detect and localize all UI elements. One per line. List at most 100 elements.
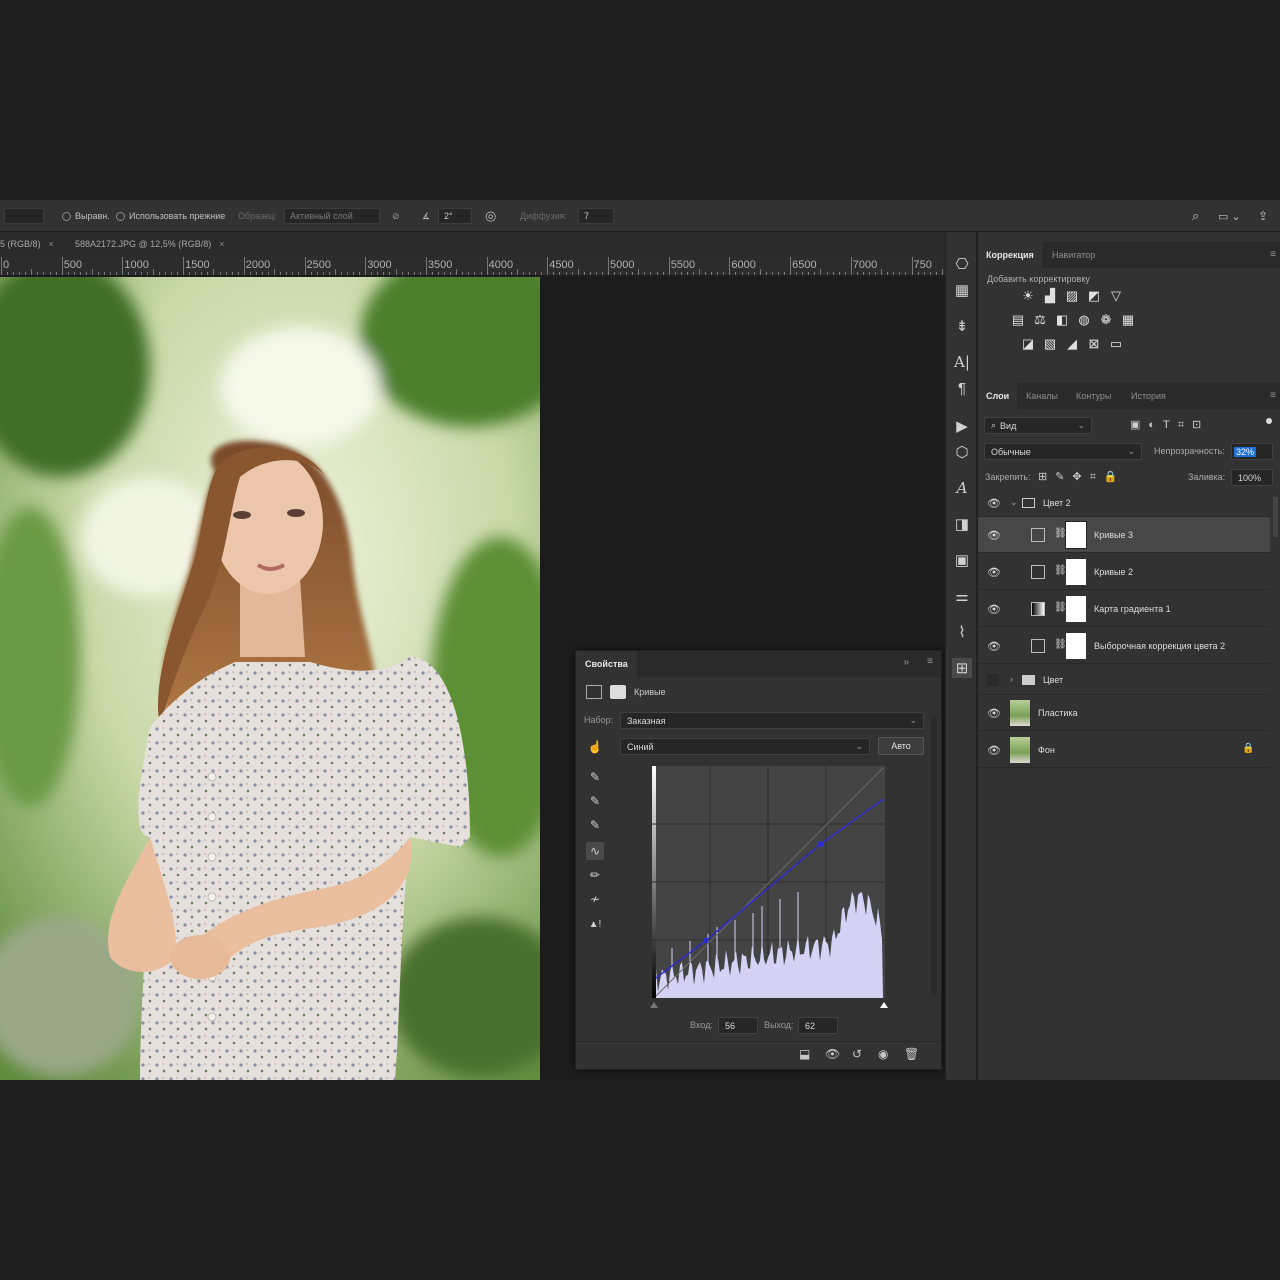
angle-input[interactable]: 2° xyxy=(438,200,472,232)
channel-select[interactable]: Синий ⌄ xyxy=(620,738,870,755)
blend-mode-select[interactable]: Обычные ⌄ xyxy=(984,443,1142,460)
selective-color-icon[interactable]: ⊠ xyxy=(1085,335,1103,353)
layer-curves2[interactable]: 👁 ⛓ Кривые 2 xyxy=(978,554,1270,590)
panel-menu-icon[interactable]: ≡ xyxy=(1270,249,1276,260)
white-point-slider[interactable] xyxy=(880,1002,888,1008)
glyphs-icon[interactable]: A xyxy=(952,478,972,498)
clone-source-icon[interactable]: ⇟ xyxy=(952,316,972,336)
link-icon[interactable]: ⛓ xyxy=(1054,528,1067,539)
link-icon[interactable]: ⛓ xyxy=(1054,602,1067,613)
layer-comps-icon[interactable]: ⊞ xyxy=(952,658,972,678)
eye-icon[interactable]: 👁 xyxy=(987,591,1001,627)
reset-icon[interactable]: ↺ xyxy=(852,1047,862,1061)
tool-preset-picker[interactable] xyxy=(4,200,44,232)
curves-icon[interactable] xyxy=(586,685,602,699)
layer-filter-icons[interactable]: ▣◐T⌗⊡ xyxy=(1130,418,1209,432)
panel-menu-icon[interactable]: ≡ xyxy=(927,656,933,667)
white-eyedropper-icon[interactable]: ✎ xyxy=(586,816,604,834)
adjustments-icon[interactable]: ⚌ xyxy=(952,586,972,606)
opacity-field[interactable]: 32% xyxy=(1231,443,1273,460)
eye-icon[interactable]: 👁 xyxy=(987,489,1001,517)
preset-select[interactable]: Заказная ⌄ xyxy=(620,712,924,729)
gray-eyedropper-icon[interactable]: ✎ xyxy=(586,792,604,810)
swatch-icon[interactable]: ◨ xyxy=(952,514,972,534)
tab-channels[interactable]: Каналы xyxy=(1018,383,1066,409)
ignore-adjustment-icon[interactable]: ⊘ xyxy=(392,200,400,232)
photo-filter-icon[interactable]: ◍ xyxy=(1075,311,1093,329)
workspace-icon[interactable]: ▭ ⌄ xyxy=(1218,200,1241,232)
smooth-icon[interactable]: ≁ xyxy=(586,890,604,908)
view-previous-icon[interactable]: 👁 xyxy=(825,1047,840,1061)
trash-icon[interactable]: 🗑 xyxy=(904,1047,919,1061)
layer-background[interactable]: 👁 Фон 🔒 xyxy=(978,732,1270,768)
fill-field[interactable]: 100% xyxy=(1231,469,1273,486)
black-point-slider[interactable] xyxy=(650,1002,658,1008)
align-checkbox[interactable]: Выравн. xyxy=(62,200,110,232)
sample-select[interactable]: Активный слой xyxy=(284,200,380,232)
bw-icon[interactable]: ◧ xyxy=(1053,311,1071,329)
collapse-icon[interactable]: » xyxy=(903,657,909,668)
input-field[interactable]: 56 xyxy=(718,1017,758,1034)
clip-to-layer-icon[interactable]: ⬓ xyxy=(799,1047,810,1061)
doc-tab-1[interactable]: 5 (RGB/8) × xyxy=(0,232,54,256)
tab-history[interactable]: История xyxy=(1123,383,1174,409)
photo-canvas[interactable] xyxy=(0,277,540,1080)
layer-group-color[interactable]: › Цвет xyxy=(978,665,1270,695)
curves-icon[interactable]: ▨ xyxy=(1063,287,1081,305)
clipping-warning-icon[interactable]: ▲! xyxy=(586,915,604,933)
grid-icon[interactable]: ▦ xyxy=(952,280,972,300)
share-icon[interactable]: ⇪ xyxy=(1258,200,1268,232)
posterize-icon[interactable]: ▧ xyxy=(1041,335,1059,353)
eye-icon[interactable]: 👁 xyxy=(987,554,1001,590)
gradient-map-icon[interactable]: ▭ xyxy=(1107,335,1125,353)
paragraph-icon[interactable]: ¶ xyxy=(952,378,972,398)
chevron-right-icon[interactable]: › xyxy=(1010,674,1013,684)
character-icon[interactable]: A| xyxy=(952,352,972,372)
auto-button[interactable]: Авто xyxy=(878,737,924,755)
link-icon[interactable]: ⛓ xyxy=(1054,565,1067,576)
invert-icon[interactable]: ◪ xyxy=(1019,335,1037,353)
layer-gradient-map[interactable]: 👁 ⛓ Карта градиента 1 xyxy=(978,591,1270,627)
levels-icon[interactable]: ▟ xyxy=(1041,287,1059,305)
layer-liquify[interactable]: 👁 Пластика xyxy=(978,695,1270,731)
threshold-icon[interactable]: ◢ xyxy=(1063,335,1081,353)
play-icon[interactable]: ▶ xyxy=(952,416,972,436)
layer-group-color2[interactable]: 👁 ⌄ Цвет 2 xyxy=(978,489,1270,517)
tab-navigator[interactable]: Навигатор xyxy=(1044,242,1103,268)
curves-graph[interactable] xyxy=(650,766,888,1008)
eye-icon[interactable]: 👁 xyxy=(987,628,1001,664)
eye-icon[interactable]: 👁 xyxy=(987,732,1001,768)
layer-mask-thumbnail[interactable] xyxy=(1066,559,1086,585)
close-icon[interactable]: × xyxy=(219,239,224,249)
layer-mask-thumbnail[interactable] xyxy=(1066,596,1086,622)
close-icon[interactable]: × xyxy=(49,239,54,249)
diffusion-input[interactable]: 7 xyxy=(578,200,614,232)
on-image-adjust-icon[interactable]: ☝ xyxy=(586,738,604,756)
curve-point-tool-icon[interactable]: ∿ xyxy=(586,842,604,860)
lookup-grid-icon[interactable]: ▦ xyxy=(1119,311,1137,329)
layer-selective-color[interactable]: 👁 ⛓ Выборочная коррекция цвета 2 xyxy=(978,628,1270,664)
properties-icon[interactable]: ▣ xyxy=(952,550,972,570)
layer-mask-thumbnail[interactable] xyxy=(1066,633,1086,659)
curve-control-point[interactable] xyxy=(703,938,709,944)
layer-thumbnail[interactable] xyxy=(1010,700,1030,726)
layer-filter-select[interactable]: ⌕ Вид ⌄ xyxy=(984,417,1092,434)
layer-thumbnail[interactable] xyxy=(1010,737,1030,763)
tab-paths[interactable]: Контуры xyxy=(1068,383,1119,409)
vibrance-icon[interactable]: ▤ xyxy=(1009,311,1027,329)
pressure-icon[interactable]: ◎ xyxy=(485,200,496,232)
exposure-icon[interactable]: ◩ xyxy=(1085,287,1103,305)
mask-icon[interactable] xyxy=(610,685,626,699)
tab-layers[interactable]: Слои xyxy=(978,383,1018,409)
output-field[interactable]: 62 xyxy=(798,1017,838,1034)
brightness-icon[interactable]: ☀ xyxy=(1019,287,1037,305)
layers-scrollbar[interactable] xyxy=(1273,497,1278,537)
balance-icon[interactable]: ⚖ xyxy=(1031,311,1049,329)
mixer-icon[interactable]: ❁ xyxy=(1097,311,1115,329)
panel-menu-icon[interactable]: ≡ xyxy=(1270,390,1276,401)
doc-tab-2[interactable]: 588A2172.JPG @ 12,5% (RGB/8) × xyxy=(75,232,224,256)
pencil-icon[interactable]: ✏ xyxy=(586,866,604,884)
filter-toggle[interactable] xyxy=(1266,418,1272,424)
brush-icon[interactable]: ⌇ xyxy=(952,622,972,642)
use-legacy-checkbox[interactable]: Использовать прежние xyxy=(116,200,225,232)
